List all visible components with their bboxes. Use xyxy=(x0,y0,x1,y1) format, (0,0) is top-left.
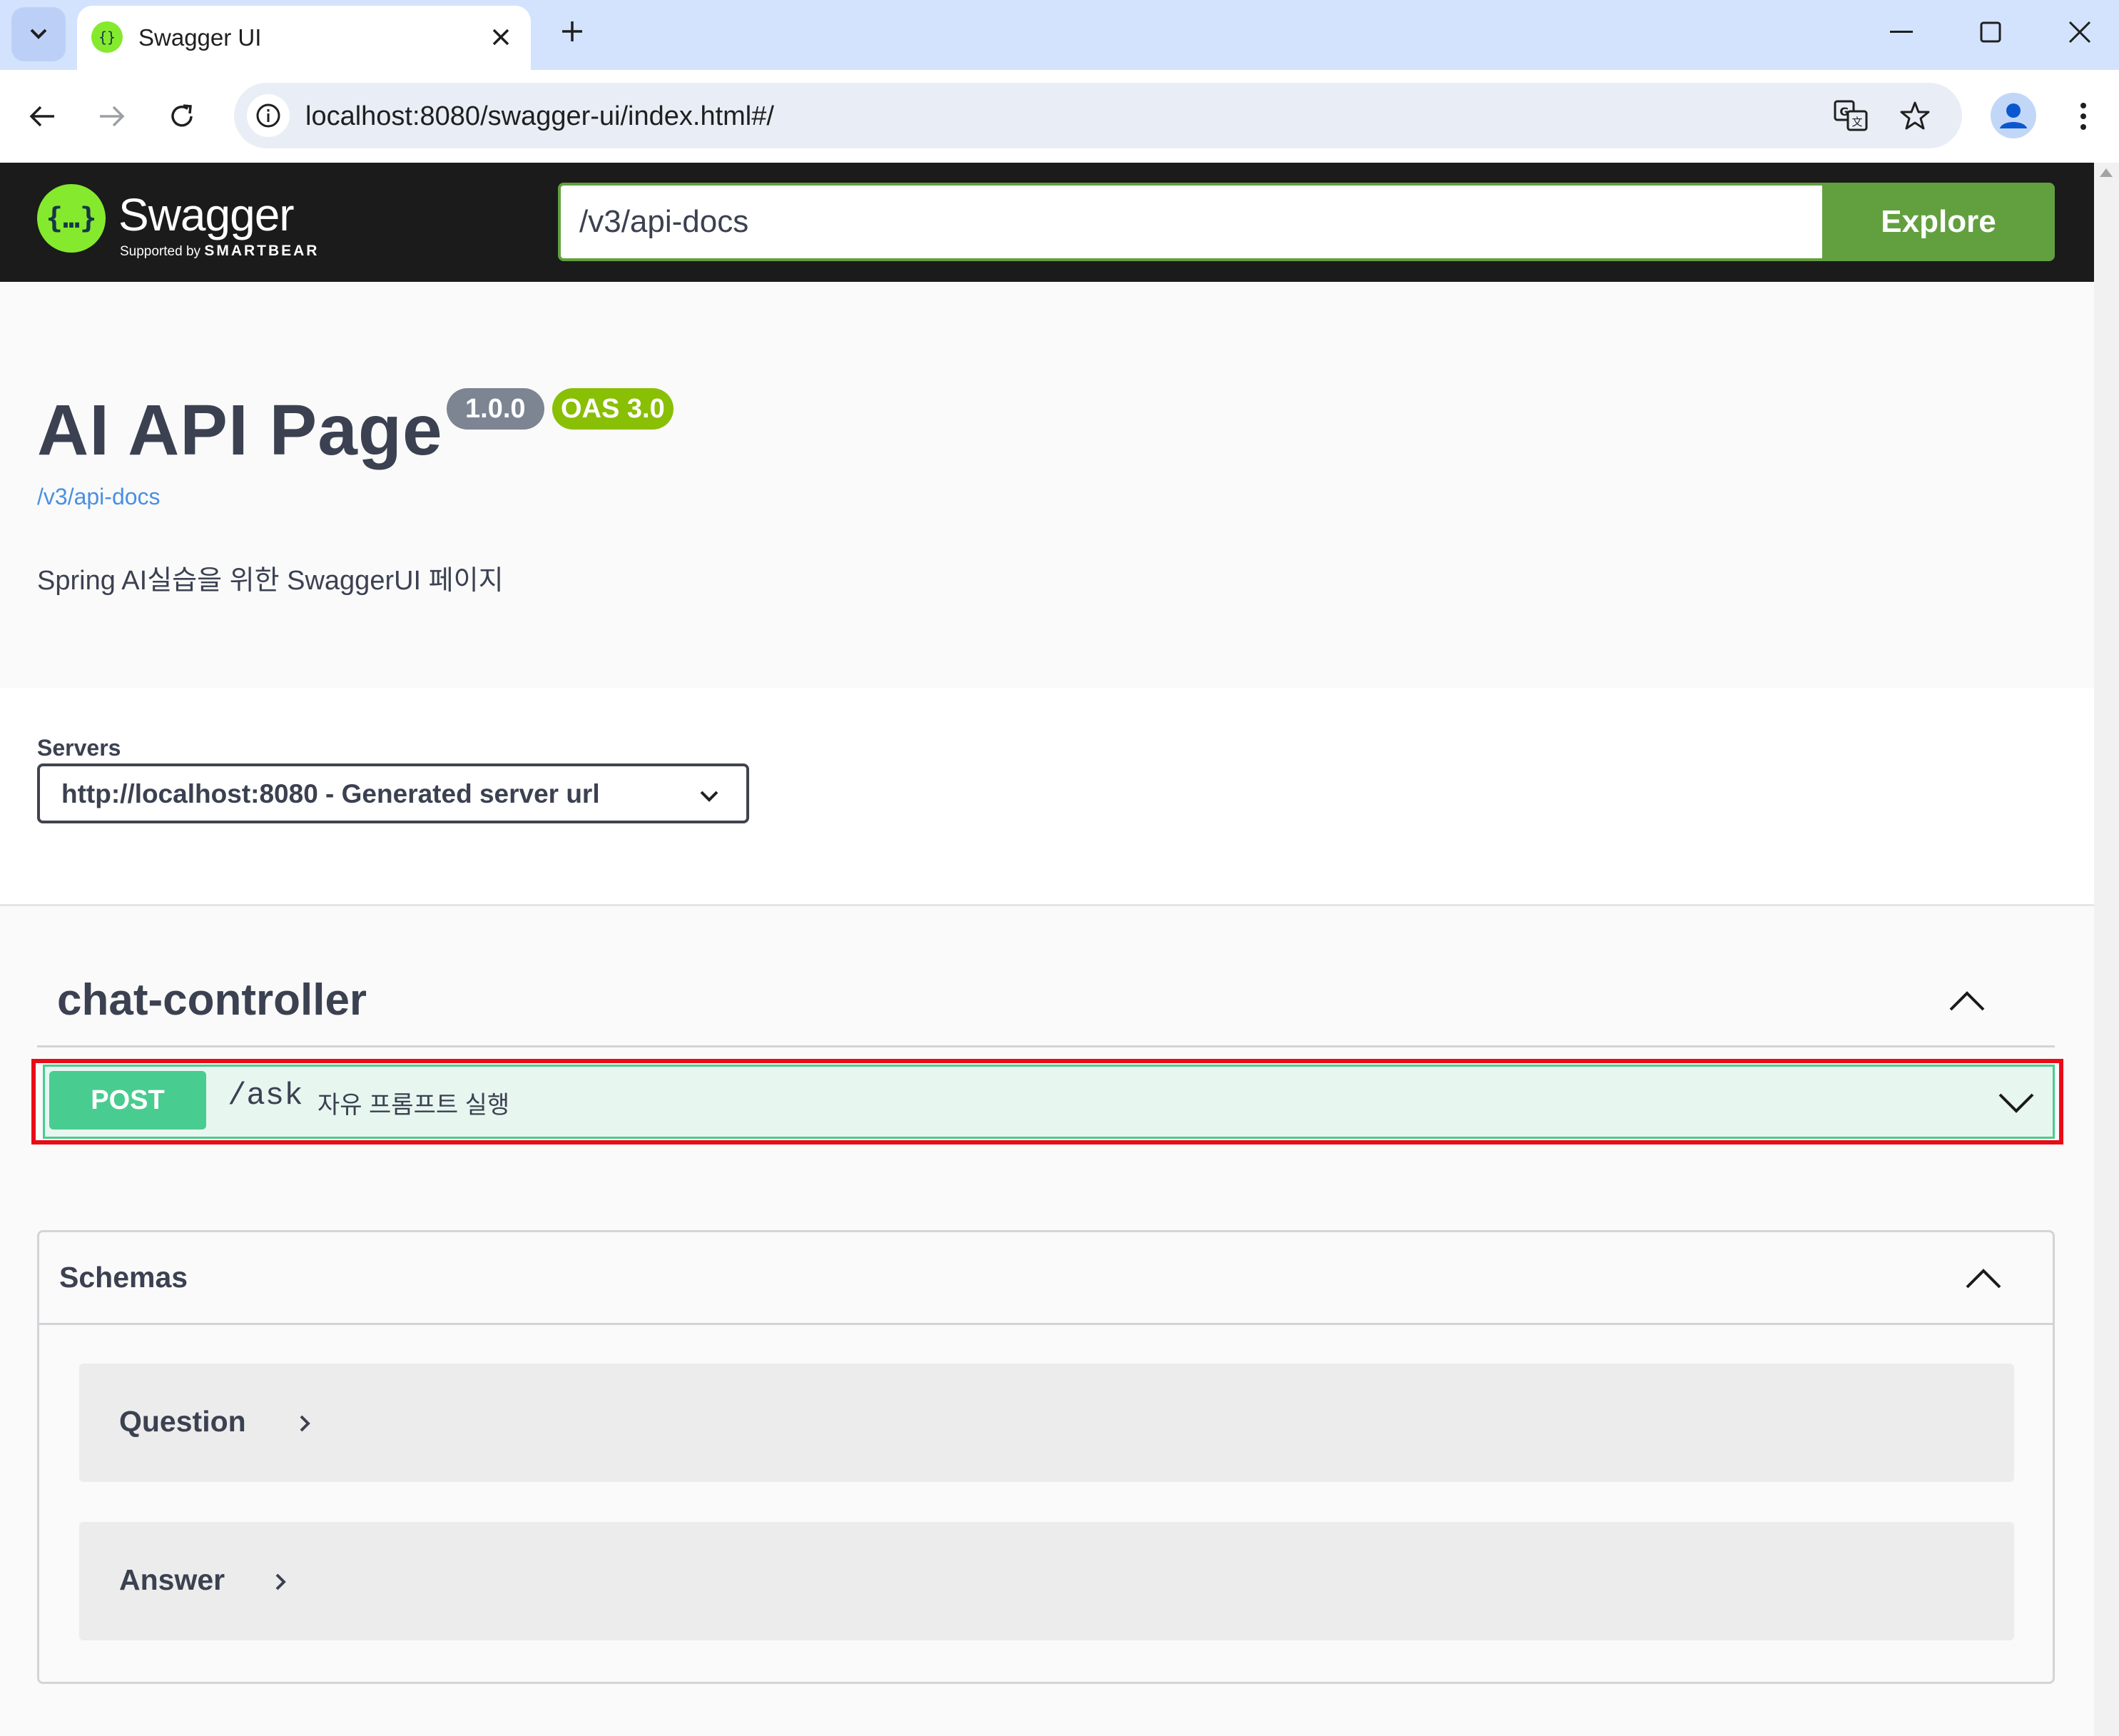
translate-icon[interactable]: G文 xyxy=(1829,94,1872,137)
plus-icon[interactable] xyxy=(549,9,595,54)
minimize-icon[interactable] xyxy=(1869,7,1933,57)
logo-sub-prefix: Supported by xyxy=(120,244,201,259)
highlight-box xyxy=(31,1059,2063,1144)
swagger-page: {…} Swagger Supported by SMARTBEAR Explo… xyxy=(0,163,2094,1736)
schemas-title[interactable]: Schemas xyxy=(59,1261,188,1294)
schema-model-question[interactable]: Question xyxy=(79,1364,2014,1482)
browser-tabstrip: {} Swagger UI xyxy=(0,0,2119,70)
servers-select[interactable]: http://localhost:8080 - Generated server… xyxy=(37,763,749,823)
forward-icon[interactable] xyxy=(87,91,137,141)
tag-title[interactable]: chat-controller xyxy=(57,975,367,1025)
oas-badge: OAS 3.0 xyxy=(552,388,674,430)
page-scrollbar[interactable] xyxy=(2094,163,2119,1736)
swagger-favicon-icon: {} xyxy=(91,21,123,53)
schemas-section: Schemas Question Answer xyxy=(37,1230,2055,1684)
profile-icon[interactable] xyxy=(1991,93,2036,138)
svg-text:{}: {} xyxy=(98,29,116,46)
svg-text:{…}: {…} xyxy=(49,202,94,235)
swagger-topbar: {…} Swagger Supported by SMARTBEAR Explo… xyxy=(0,163,2094,282)
close-icon[interactable] xyxy=(481,17,521,57)
tab-title: Swagger UI xyxy=(138,24,262,51)
logo-sub-brand: SMARTBEAR xyxy=(204,243,320,259)
chevron-down-icon xyxy=(695,782,723,811)
star-icon[interactable] xyxy=(1894,94,1936,137)
model-name[interactable]: Question xyxy=(119,1405,246,1438)
swagger-logo-sub: Supported by SMARTBEAR xyxy=(120,243,319,260)
api-description: Spring AI실습을 위한 SwaggerUI 페이지 xyxy=(37,566,504,596)
tab-search-icon[interactable] xyxy=(11,7,66,61)
site-info-icon[interactable] xyxy=(247,94,290,137)
servers-section: Servers http://localhost:8080 - Generate… xyxy=(0,688,2094,906)
tag-chat-controller[interactable]: chat-controller xyxy=(37,953,2055,1047)
chevron-up-icon[interactable] xyxy=(1958,1254,2008,1304)
spec-url-input[interactable] xyxy=(558,183,1824,261)
window-close-icon[interactable] xyxy=(2048,7,2112,57)
page-title: AI API Page xyxy=(37,390,443,470)
version-badge: 1.0.0 xyxy=(447,388,544,430)
svg-text:文: 文 xyxy=(1851,116,1862,128)
model-name[interactable]: Answer xyxy=(119,1563,225,1597)
chevron-up-icon[interactable] xyxy=(1942,976,1992,1026)
chevron-right-icon[interactable] xyxy=(290,1408,319,1439)
servers-label: Servers xyxy=(37,735,121,761)
kebab-icon[interactable] xyxy=(2062,91,2105,141)
schemas-header[interactable]: Schemas xyxy=(39,1232,2053,1325)
maximize-icon[interactable] xyxy=(1958,7,2023,57)
schema-model-answer[interactable]: Answer xyxy=(79,1522,2014,1640)
swagger-logo-icon[interactable]: {…} xyxy=(37,184,106,253)
back-icon[interactable] xyxy=(17,91,67,141)
browser-tab-active[interactable]: {} Swagger UI xyxy=(77,6,531,70)
explore-button[interactable]: Explore xyxy=(1822,183,2055,261)
address-url[interactable]: localhost:8080/swagger-ui/index.html#/ xyxy=(305,101,774,132)
spec-link[interactable]: /v3/api-docs xyxy=(37,484,161,510)
servers-selected-value: http://localhost:8080 - Generated server… xyxy=(61,779,600,808)
scroll-up-arrow-icon[interactable] xyxy=(2100,168,2113,177)
reload-icon[interactable] xyxy=(157,91,207,141)
chevron-right-icon[interactable] xyxy=(266,1566,295,1598)
browser-toolbar: localhost:8080/swagger-ui/index.html#/ G… xyxy=(0,70,2119,163)
swagger-logo-text[interactable]: Swagger xyxy=(118,188,295,241)
address-bar[interactable]: localhost:8080/swagger-ui/index.html#/ G… xyxy=(234,83,1962,148)
